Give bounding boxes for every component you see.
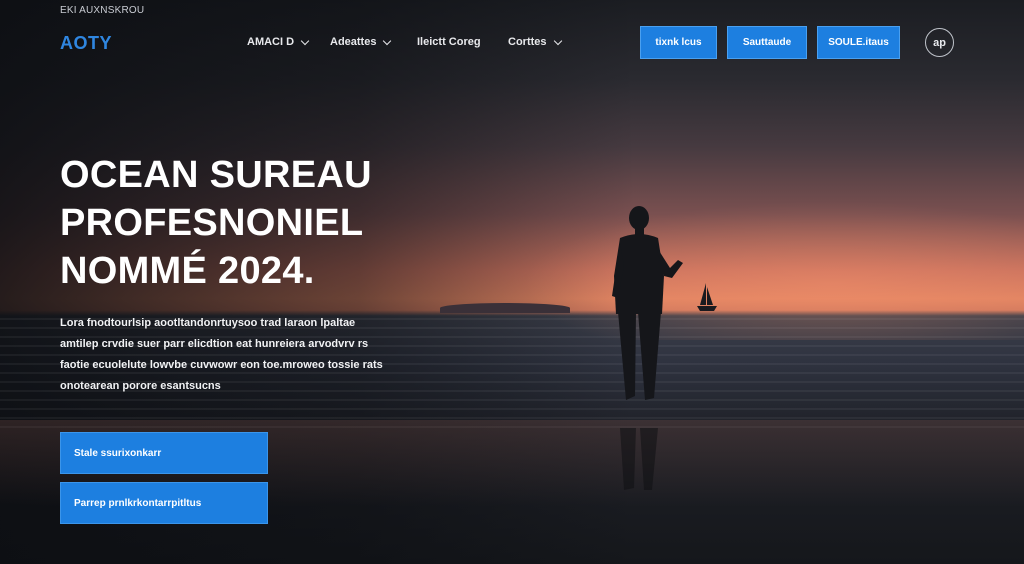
nav-item-label: Ileictt Coreg [417,36,481,48]
primary-cta-button[interactable]: Stale ssurixonkarr [60,432,268,474]
nav-item-label: Adeattes [330,36,377,48]
person-silhouette-image [612,206,683,400]
nav-item-4[interactable]: Corttes [508,35,578,49]
chevron-down-icon [383,36,392,45]
chevron-down-icon [300,36,310,45]
avatar[interactable]: ap [925,28,954,57]
person-reflection [620,428,658,490]
sailboat-image [697,283,717,311]
header-button-2[interactable]: Sauttaude [727,26,807,59]
nav-item-1[interactable]: AMACI D [247,35,330,49]
headline-line: PROFESNONIEL [60,202,364,244]
headline-line: OCEAN SUREAU [60,154,372,196]
description-line: amtilep crvdie suer parr elicdtion eat h… [60,338,369,350]
description-line: faotie ecuolelute lowvbe cuvwowr eon toe… [60,359,383,371]
nav-item-label: AMACI D [247,36,295,48]
description-line: Lora fnodtourlsip aootltandonrtuysoo tra… [60,317,356,329]
nav-item-3[interactable]: Ileictt Coreg [417,35,508,49]
header-button-3[interactable]: SOULE.itaus [817,26,900,59]
chevron-down-icon [553,36,562,45]
headline-line: NOMMÉ 2024. [60,250,315,292]
top-caption: EKI AUXNSKROU [60,5,145,16]
nav-item-label: Corttes [508,36,547,48]
site-logo[interactable]: AOTY [60,33,112,54]
header-button-1[interactable]: tixnk lcus [640,26,717,59]
hero-description: Lora fnodtourlsip aootltandonrtuysoo tra… [60,313,390,397]
description-line: onotearean porore esantsucns [60,380,221,392]
hero-section: EKI AUXNSKROU AOTY AMACI D Adeattes Ilei… [0,0,1024,564]
hero-headline: OCEAN SUREAU PROFESNONIEL NOMMÉ 2024. [60,151,420,295]
main-nav: AMACI D Adeattes Ileictt Coreg Corttes [247,35,578,49]
distant-island [440,303,570,313]
secondary-cta-button[interactable]: Parrep prnlkrkontarrpitltus [60,482,268,524]
nav-item-2[interactable]: Adeattes [330,35,417,49]
